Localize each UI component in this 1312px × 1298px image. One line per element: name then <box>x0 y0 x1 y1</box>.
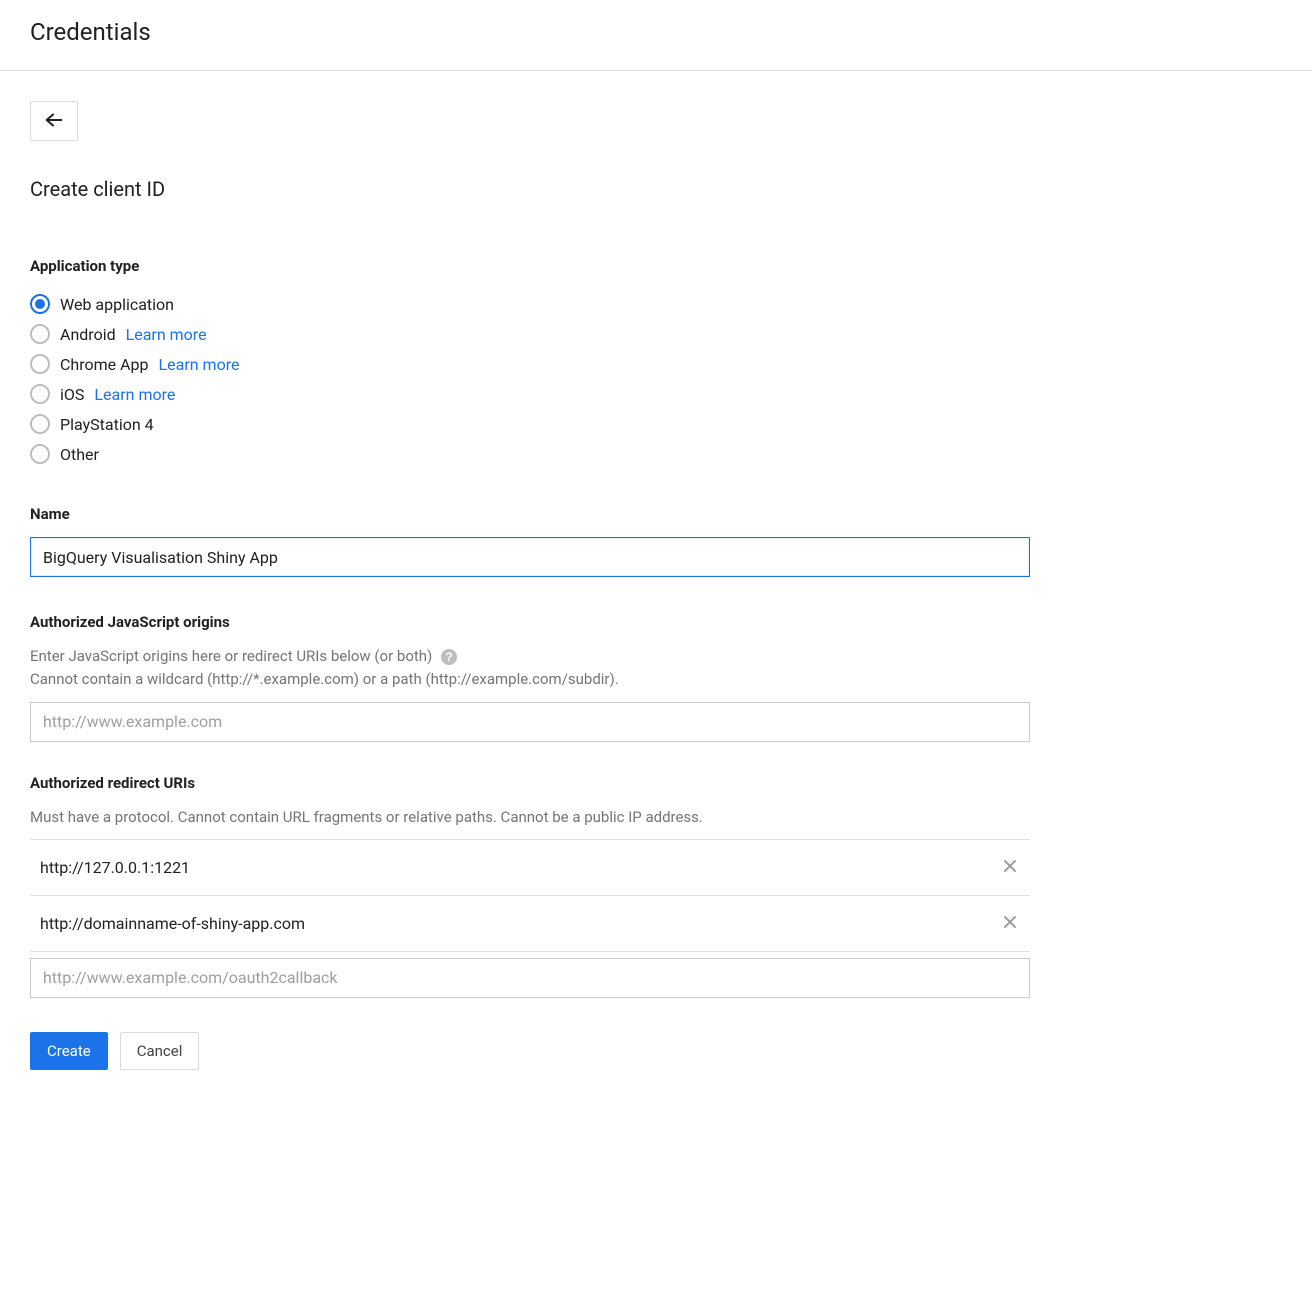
radio-option-ps4[interactable]: PlayStation 4 <box>30 409 1030 439</box>
redirect-uri-row: http://127.0.0.1:1221 <box>30 839 1030 896</box>
cancel-button[interactable]: Cancel <box>120 1032 200 1070</box>
redirect-uri-list: http://127.0.0.1:1221 http://domainname-o… <box>30 839 1030 952</box>
close-icon <box>1002 858 1018 877</box>
svg-text:?: ? <box>446 650 453 664</box>
redirect-uri-text: http://127.0.0.1:1221 <box>40 858 998 877</box>
redirect-uris-label: Authorized redirect URIs <box>30 774 1030 792</box>
learn-more-link-android[interactable]: Learn more <box>126 325 207 344</box>
close-icon <box>1002 914 1018 933</box>
remove-uri-button[interactable] <box>998 854 1022 881</box>
radio-option-android[interactable]: Android Learn more <box>30 319 1030 349</box>
redirect-uri-text: http://domainname-of-shiny-app.com <box>40 914 998 933</box>
learn-more-link-chrome[interactable]: Learn more <box>159 355 240 374</box>
application-type-label: Application type <box>30 257 1030 275</box>
radio-label-web[interactable]: Web application <box>60 295 174 314</box>
js-origins-help-line1: Enter JavaScript origins here or redirec… <box>30 645 432 668</box>
radio-option-ios[interactable]: iOS Learn more <box>30 379 1030 409</box>
redirect-uri-row: http://domainname-of-shiny-app.com <box>30 896 1030 952</box>
page-title: Credentials <box>0 0 1312 70</box>
application-type-group: Web applicationAndroidLearn moreChrome A… <box>30 289 1030 469</box>
name-label: Name <box>30 505 1030 523</box>
js-origins-help: Enter JavaScript origins here or redirec… <box>30 645 1030 692</box>
radio-label-android[interactable]: Android <box>60 325 116 344</box>
sub-heading: Create client ID <box>30 177 1030 201</box>
radio-chrome[interactable] <box>30 354 50 374</box>
radio-label-ps4[interactable]: PlayStation 4 <box>60 415 154 434</box>
back-arrow-icon <box>43 109 65 134</box>
radio-option-other[interactable]: Other <box>30 439 1030 469</box>
radio-web[interactable] <box>30 294 50 314</box>
radio-label-chrome[interactable]: Chrome App <box>60 355 149 374</box>
name-input[interactable] <box>30 537 1030 577</box>
radio-ps4[interactable] <box>30 414 50 434</box>
learn-more-link-ios[interactable]: Learn more <box>94 385 175 404</box>
radio-other[interactable] <box>30 444 50 464</box>
js-origins-help-line2: Cannot contain a wildcard (http://*.exam… <box>30 670 619 688</box>
radio-option-web[interactable]: Web application <box>30 289 1030 319</box>
remove-uri-button[interactable] <box>998 910 1022 937</box>
redirect-uris-help: Must have a protocol. Cannot contain URL… <box>30 806 1030 829</box>
js-origins-label: Authorized JavaScript origins <box>30 613 1030 631</box>
help-icon[interactable]: ? <box>440 648 458 666</box>
radio-option-chrome[interactable]: Chrome App Learn more <box>30 349 1030 379</box>
js-origins-input[interactable] <box>30 702 1030 742</box>
radio-ios[interactable] <box>30 384 50 404</box>
create-button[interactable]: Create <box>30 1032 108 1070</box>
radio-android[interactable] <box>30 324 50 344</box>
back-button[interactable] <box>30 101 78 141</box>
radio-label-other[interactable]: Other <box>60 445 99 464</box>
redirect-uri-input[interactable] <box>30 958 1030 998</box>
radio-label-ios[interactable]: iOS <box>60 385 84 404</box>
